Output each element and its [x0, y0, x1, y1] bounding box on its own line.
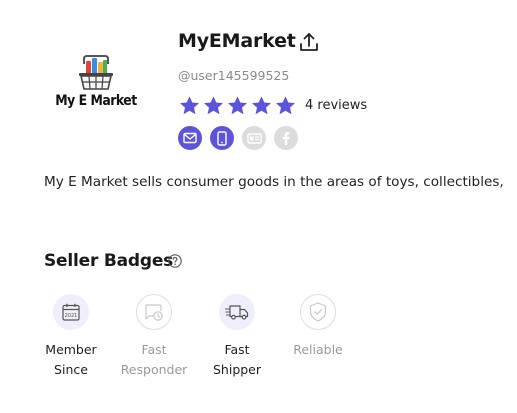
envelope-icon [183, 132, 197, 144]
help-icon[interactable] [168, 254, 182, 268]
star-icon [251, 96, 272, 115]
phone-verified-badge [210, 126, 234, 150]
verification-icons [178, 126, 298, 150]
star-icon [203, 96, 224, 115]
reviews-link[interactable]: 4 reviews [305, 98, 367, 113]
store-logo: My E Market [44, 52, 148, 124]
calendar-year: 2021 [65, 313, 78, 319]
id-verified-badge [242, 126, 266, 150]
calendar-icon: 2021 [62, 303, 80, 321]
store-name: MyEMarket [178, 30, 296, 52]
badge-icon-circle [300, 294, 336, 330]
id-card-icon [246, 132, 262, 144]
badge-label: Fast Shipper [212, 342, 262, 377]
badge-fast-responder: Fast Responder [114, 294, 194, 380]
badge-member-since: 2021 Member Since [31, 294, 111, 380]
star-icon [275, 96, 296, 115]
badge-icon-circle: 2021 [53, 294, 89, 330]
badge-label: Member Since [45, 342, 97, 377]
facebook-icon [282, 132, 290, 145]
badge-label: Fast Responder [120, 342, 188, 377]
email-verified-badge [178, 126, 202, 150]
facebook-verified-badge [274, 126, 298, 150]
user-handle: @user145599525 [178, 68, 290, 83]
seller-badges-title: Seller Badges [44, 251, 174, 271]
logo-text: My E Market [55, 93, 137, 109]
chat-clock-icon [145, 304, 163, 321]
badge-icon-circle [136, 294, 172, 330]
badge-fast-shipper: Fast Shipper [197, 294, 277, 380]
shield-check-icon [309, 302, 327, 322]
phone-icon [217, 130, 227, 146]
star-icon [179, 96, 200, 115]
truck-icon [225, 305, 249, 320]
star-icon [227, 96, 248, 115]
badge-icon-circle [219, 294, 255, 330]
rating-stars [178, 95, 297, 117]
store-description: My E Market sells consumer goods in the … [44, 174, 504, 190]
shopping-basket-icon [79, 55, 113, 90]
badge-label: Reliable [293, 342, 343, 357]
badge-reliable: Reliable [278, 294, 358, 360]
share-icon[interactable] [298, 31, 320, 53]
